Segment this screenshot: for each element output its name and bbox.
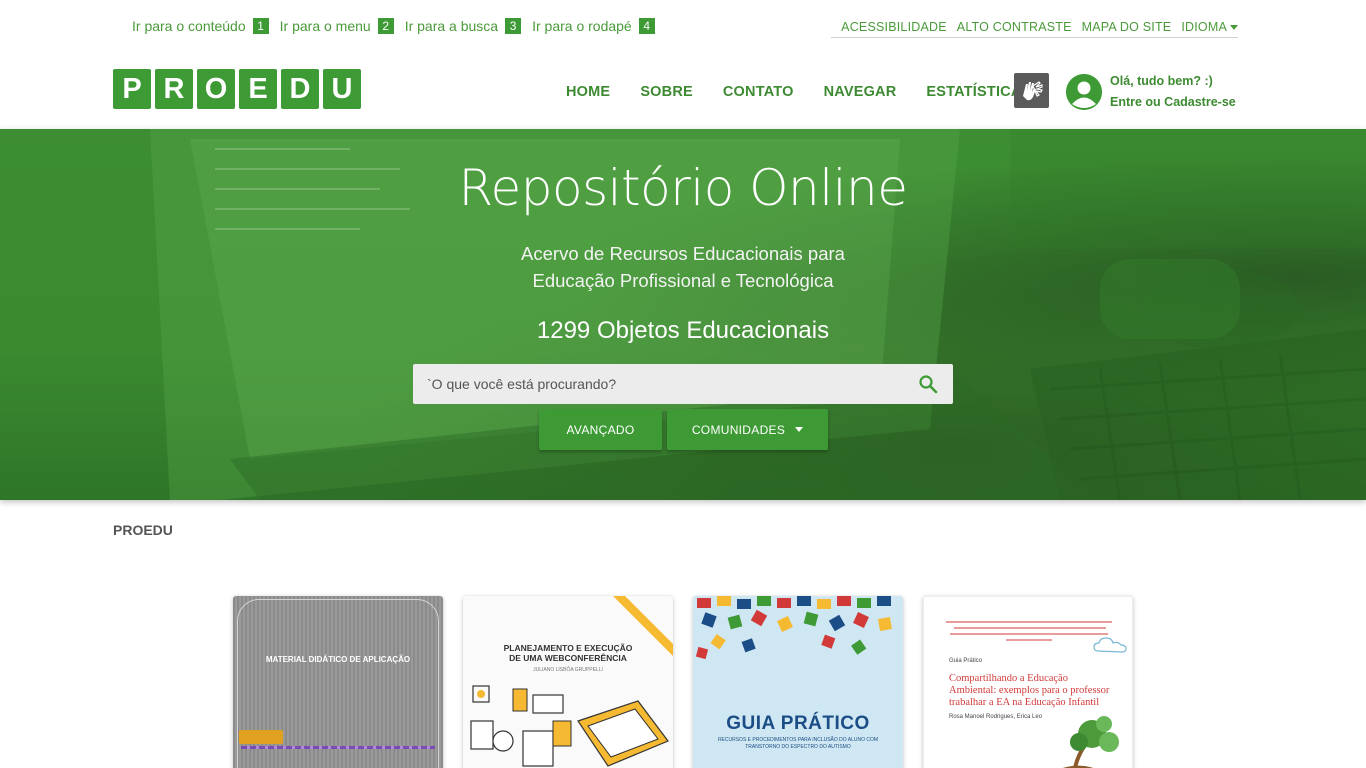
resource-card[interactable]: PLANEJAMENTO E EXECUÇÃO DE UMA WEBCONFER… — [463, 596, 673, 768]
skip-links: Ir para o conteúdo 1 Ir para o menu 2 Ir… — [132, 18, 666, 34]
user-block[interactable]: Olá, tudo bem? :) Entre ou Cadastre-se — [1066, 71, 1236, 113]
card-cover-badge — [239, 730, 283, 744]
skip-link-label: Ir para o rodapé — [532, 18, 632, 34]
cloud-illustration — [1093, 637, 1127, 653]
tree-illustration — [1062, 716, 1119, 768]
logo-letter: U — [323, 69, 361, 109]
skip-link-label: Ir para a busca — [404, 18, 499, 34]
search-icon — [919, 375, 938, 394]
skip-link-key: 1 — [252, 18, 269, 34]
search-box — [413, 364, 953, 404]
logo-letter: D — [281, 69, 319, 109]
hero-subtitle: Acervo de Recursos Educacionais para Edu… — [0, 240, 1366, 294]
language-label: IDIOMA — [1181, 20, 1227, 34]
accessibility-bar: ACESSIBILIDADE ALTO CONTRASTE MAPA DO SI… — [831, 20, 1238, 38]
communities-dropdown-button[interactable]: COMUNIDADES — [667, 409, 828, 450]
sitemap-link[interactable]: MAPA DO SITE — [1082, 20, 1172, 34]
hero-subtitle-line: Educação Profissional e Tecnológica — [532, 270, 834, 291]
skip-to-footer-link[interactable]: Ir para o rodapé 4 — [532, 18, 655, 34]
card-cover-title: GUIA PRÁTICO — [726, 713, 870, 734]
resource-card[interactable]: Guia Prático Compartilhando a Educação A… — [923, 596, 1133, 768]
communities-label: COMUNIDADES — [691, 422, 786, 437]
login-link[interactable]: Entre ou Cadastre-se — [1110, 92, 1236, 113]
skip-link-label: Ir para o conteúdo — [132, 18, 246, 34]
hero-subtitle-line: Acervo de Recursos Educacionais para — [521, 243, 845, 264]
card-cover-author: Rosa Manoel Rodrigues, Erica Leo — [949, 714, 1043, 720]
skip-link-key: 4 — [638, 18, 655, 34]
nav-browse[interactable]: NAVEGAR — [824, 84, 897, 100]
skip-link-key: 2 — [377, 18, 394, 34]
user-circle-icon — [1066, 74, 1102, 110]
sign-language-button[interactable] — [1014, 73, 1049, 108]
skip-to-search-link[interactable]: Ir para a busca 3 — [404, 18, 522, 34]
breadcrumb: PROEDU — [113, 522, 173, 538]
card-cover-title-line: DE UMA WEBCONFERÊNCIA — [509, 653, 627, 663]
language-dropdown[interactable]: IDIOMA — [1181, 20, 1238, 34]
logo-letter: E — [239, 69, 277, 109]
card-cover-title-line: PLANEJAMENTO E EXECUÇÃO — [503, 643, 633, 653]
user-greeting: Olá, tudo bem? :) — [1110, 74, 1213, 88]
card-kicker: Guia Prático — [949, 658, 983, 664]
chevron-down-icon — [1230, 25, 1238, 31]
card-cover-title: PLANEJAMENTO E EXECUÇÃO DE UMA WEBCONFER… — [463, 643, 673, 663]
card-cover-author: JULIANO LISBÔA GRUPPELLI — [533, 667, 603, 673]
object-count: 1299 Objetos Educacionais — [536, 317, 830, 344]
nav-home[interactable]: HOME — [566, 84, 610, 100]
card-cover-strip — [241, 746, 435, 749]
hero-title: Repositório Online — [458, 159, 908, 217]
resource-cards: MATERIAL DIDÁTICO DE APLICAÇÃO PLANEJAME… — [233, 596, 1133, 768]
skip-to-content-link[interactable]: Ir para o conteúdo 1 — [132, 18, 269, 34]
hero-banner: Repositório Online Acervo de Recursos Ed… — [0, 129, 1366, 500]
skip-link-label: Ir para o menu — [279, 18, 371, 34]
nav-statistics[interactable]: ESTATÍSTICA — [926, 84, 1021, 100]
card-cover-subtitle: RECURSOS E PROCEDIMENTOS PARA INCLUSÃO D… — [717, 737, 879, 750]
accessibility-link[interactable]: ACESSIBILIDADE — [841, 20, 947, 34]
logo-letter: R — [155, 69, 193, 109]
chevron-down-icon — [795, 427, 804, 432]
advanced-search-label: AVANÇADO — [566, 422, 635, 437]
resource-card[interactable]: GUIA PRÁTICO RECURSOS E PROCEDIMENTOS PA… — [693, 596, 903, 768]
skip-to-menu-link[interactable]: Ir para o menu 2 — [280, 18, 394, 34]
card-corner-decoration — [625, 596, 673, 644]
search-input[interactable] — [413, 364, 903, 404]
high-contrast-link[interactable]: ALTO CONTRASTE — [957, 20, 1072, 34]
logo-letter: O — [197, 69, 235, 109]
nav-about[interactable]: SOBRE — [640, 84, 693, 100]
advanced-search-button[interactable]: AVANÇADO — [539, 409, 662, 450]
card-cover-title: MATERIAL DIDÁTICO DE APLICAÇÃO — [265, 655, 411, 664]
user-text: Olá, tudo bem? :) Entre ou Cadastre-se — [1110, 71, 1236, 113]
search-button[interactable] — [903, 364, 953, 404]
laptop-illustration — [470, 685, 669, 767]
proedu-logo[interactable]: P R O E D U — [113, 69, 361, 109]
nav-contact[interactable]: CONTATO — [723, 84, 794, 100]
main-nav: HOME SOBRE CONTATO NAVEGAR ESTATÍSTICA — [566, 84, 1052, 100]
puzzle-illustration — [695, 596, 892, 660]
resource-card[interactable]: MATERIAL DIDÁTICO DE APLICAÇÃO — [233, 596, 443, 768]
logo-letter: P — [113, 69, 151, 109]
card-institution-header — [946, 619, 1112, 646]
skip-link-key: 3 — [505, 18, 522, 34]
sign-language-icon — [1022, 80, 1043, 100]
